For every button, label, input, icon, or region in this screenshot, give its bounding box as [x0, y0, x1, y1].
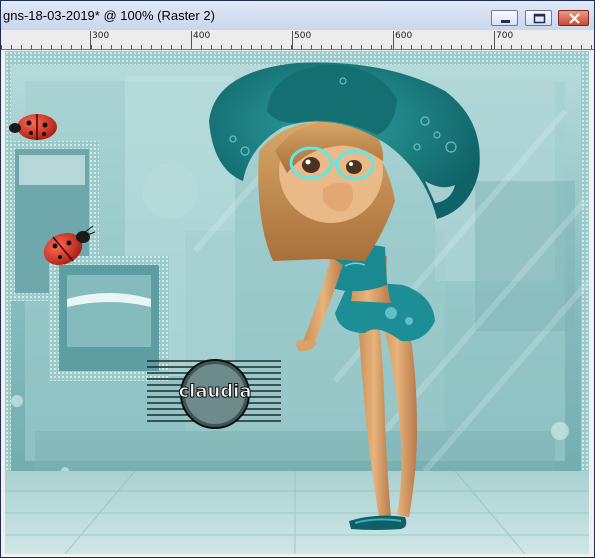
canvas-artwork: claudia [5, 51, 589, 554]
ruler-label: 600 [395, 31, 413, 41]
close-button[interactable] [558, 10, 589, 26]
ruler-tick [551, 45, 552, 49]
ruler-tick [481, 45, 482, 49]
ruler-tick [131, 45, 132, 49]
ruler-tick [371, 45, 372, 49]
minimize-icon [501, 20, 510, 23]
maximize-button[interactable] [525, 10, 552, 26]
ruler-tick [351, 45, 352, 49]
maximize-icon [533, 13, 546, 24]
ruler-tick [261, 45, 262, 49]
ruler-tick [471, 45, 472, 49]
ruler-major-tick [292, 31, 293, 49]
ruler-tick [281, 45, 282, 49]
ruler-major-tick [393, 31, 394, 49]
ruler-tick [211, 45, 212, 49]
ruler-tick [401, 45, 402, 49]
ruler-tick [431, 45, 432, 49]
ruler-tick [301, 45, 302, 49]
ruler-tick [311, 45, 312, 49]
ruler-tick [91, 45, 92, 49]
image-canvas[interactable]: claudia [5, 51, 589, 554]
ruler-major-tick [90, 31, 91, 49]
ruler-tick [591, 45, 592, 49]
ruler-major-tick [494, 31, 495, 49]
ruler-tick [11, 45, 12, 49]
ruler-tick [381, 45, 382, 49]
ruler-tick [251, 45, 252, 49]
horizontal-ruler: 300 400 500 600 700 [1, 30, 594, 50]
ruler-tick [581, 45, 582, 49]
ruler-tick [241, 45, 242, 49]
ruler-tick [511, 45, 512, 49]
ruler-tick [111, 45, 112, 49]
window-title: gns-18-03-2019* @ 100% (Raster 2) [3, 8, 215, 23]
ruler-tick [161, 45, 162, 49]
ruler-tick [491, 45, 492, 49]
ruler-tick [391, 45, 392, 49]
ruler-tick [51, 45, 52, 49]
title-bar[interactable]: gns-18-03-2019* @ 100% (Raster 2) [1, 1, 594, 31]
ruler-tick [331, 45, 332, 49]
ruler-tick [231, 45, 232, 49]
ruler-tick [531, 45, 532, 49]
ruler-tick [571, 45, 572, 49]
ruler-tick [21, 45, 22, 49]
ruler-tick [181, 45, 182, 49]
ruler-tick [271, 45, 272, 49]
ruler-tick [541, 45, 542, 49]
ruler-label: 500 [294, 31, 312, 41]
ruler-tick [421, 45, 422, 49]
ruler-tick [441, 45, 442, 49]
image-window: gns-18-03-2019* @ 100% (Raster 2) 300 400… [0, 0, 595, 558]
ruler-tick [31, 45, 32, 49]
ruler-tick [201, 45, 202, 49]
ruler-tick [141, 45, 142, 49]
ruler-tick [461, 45, 462, 49]
ruler-label: 400 [193, 31, 211, 41]
ruler-tick [171, 45, 172, 49]
ruler-tick [61, 45, 62, 49]
ruler-tick [221, 45, 222, 49]
ruler-tick [411, 45, 412, 49]
ruler-tick [41, 45, 42, 49]
ruler-tick [121, 45, 122, 49]
ruler-major-tick [191, 31, 192, 49]
watermark-text: claudia [178, 381, 251, 402]
ruler-tick [341, 45, 342, 49]
ruler-tick [101, 45, 102, 49]
ruler-tick [71, 45, 72, 49]
close-icon [569, 13, 580, 24]
ruler-tick [501, 45, 502, 49]
minimize-button[interactable] [491, 10, 518, 26]
ruler-tick [1, 45, 2, 49]
ruler-tick [451, 45, 452, 49]
ruler-tick [561, 45, 562, 49]
ruler-tick [521, 45, 522, 49]
ruler-tick [81, 45, 82, 49]
ruler-label: 300 [92, 31, 110, 41]
ruler-tick [361, 45, 362, 49]
ruler-tick [321, 45, 322, 49]
ruler-tick [151, 45, 152, 49]
ruler-label: 700 [496, 31, 514, 41]
